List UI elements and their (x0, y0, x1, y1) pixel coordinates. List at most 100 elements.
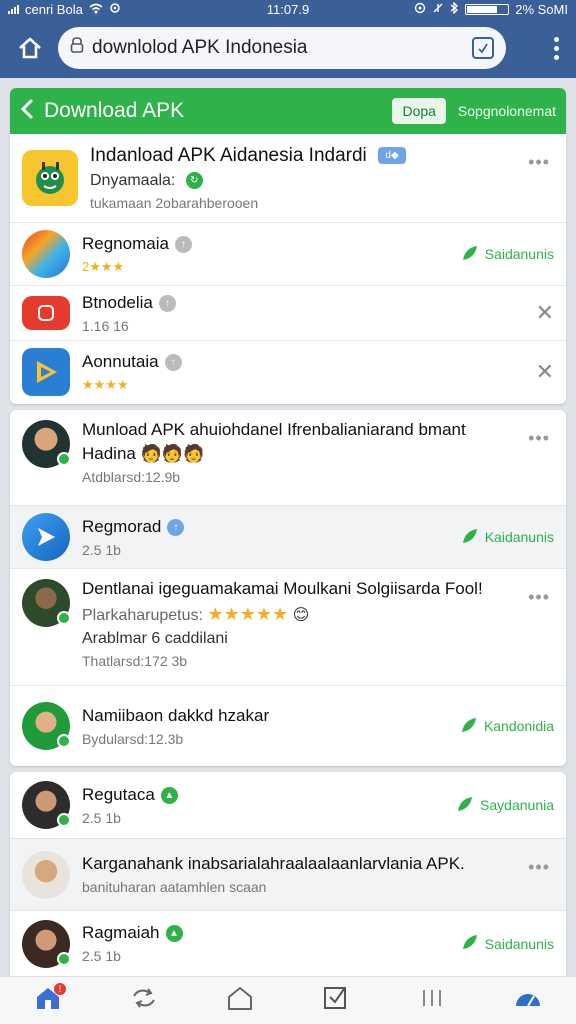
nav-menu[interactable] (408, 981, 456, 1021)
leaf-icon (460, 716, 478, 737)
avatar (22, 850, 70, 899)
post-meta: Thatlarsd:172 3b (82, 653, 188, 669)
download-button[interactable]: Saydanunia (456, 795, 554, 816)
header-button[interactable]: Dopa (392, 98, 446, 124)
app-row[interactable]: Regmorad ↑ 2.5 1b Kaidanunis (10, 505, 566, 568)
app-name: Regmorad (82, 516, 162, 536)
app-icon (22, 513, 70, 561)
featured-description: tukamaan 2obarahberooen (90, 195, 259, 211)
post-meta: Bydularsd:12.3b (82, 730, 184, 747)
avatar (22, 579, 71, 627)
app-size: 2.5 1b (82, 809, 121, 826)
app-name: Btnodelia (82, 292, 153, 312)
app-icon (22, 296, 70, 330)
more-options-icon[interactable]: ••• (528, 428, 550, 449)
app-size: 2.5 1b (82, 541, 121, 558)
notification-badge: ! (54, 982, 66, 995)
app-name: Regnomaia (82, 233, 169, 253)
house-outline-icon (226, 985, 254, 1016)
info-icon: ↑ (174, 235, 192, 253)
more-options-icon[interactable]: ••• (528, 587, 550, 608)
app-row[interactable]: Btnodelia ↑ 1.16 16 ✕ (10, 285, 566, 340)
tabs-icon[interactable] (472, 37, 494, 59)
post-title: Namiibaon dakkd hzakar (82, 705, 270, 725)
avatar (22, 420, 71, 468)
featured-title: Indanload APK Aidanesia Indardi d◆ (90, 145, 554, 167)
info-icon: ↑ (158, 294, 176, 312)
feed-item[interactable]: Dentlanai igeguamakamai Moulkani Solgiis… (10, 568, 566, 685)
smile-icon: 😊 (292, 607, 310, 624)
url-text[interactable]: downlolod APK Indonesia (92, 37, 472, 59)
post-extra: Hadina (82, 444, 136, 463)
leaf-icon (461, 244, 479, 265)
card-header: Download APK Dopa Sopgnolonemat (10, 88, 566, 134)
nav-dashboard[interactable] (504, 981, 552, 1021)
page-title: Download APK (44, 99, 185, 122)
post-meta: Atdblarsd:12.9b (82, 469, 181, 485)
overflow-menu-icon[interactable] (544, 36, 568, 60)
feed-item[interactable]: Munload APK ahuiohdanel Ifrenbalianiaran… (10, 410, 566, 505)
download-button[interactable]: Kaidanunis (461, 527, 554, 548)
avatar-group: 🧑🧑🧑 (140, 444, 205, 463)
refresh-icon: ↻ (185, 172, 203, 190)
featured-subtitle: Dnyamaala: ↻ (90, 172, 554, 190)
back-icon[interactable] (20, 99, 34, 124)
app-row[interactable]: Aonnutaia ↑ ★★★★ ✕ (10, 340, 566, 403)
post-extra-2: Arablmar 6 caddilani (82, 630, 228, 647)
info-icon: ↑ (167, 518, 185, 536)
gauge-icon (513, 986, 543, 1015)
check-box-icon (322, 985, 350, 1016)
feed-item[interactable]: Ragmaiah ▲ 2.5 1b Saidanunis (10, 910, 566, 976)
page-info-icon[interactable] (70, 37, 84, 59)
verified-icon: ▲ (160, 786, 178, 804)
download-button[interactable]: Saidanunis (461, 244, 554, 265)
post-title: Dentlanai igeguamakamai Moulkani Solgiis… (82, 579, 483, 598)
app-row[interactable]: Regnomaia ↑ 2★★★ Saidanunis (10, 222, 566, 285)
nav-tasks[interactable] (312, 981, 360, 1021)
leaf-icon (461, 933, 479, 954)
header-link[interactable]: Sopgnolonemat (458, 103, 556, 119)
download-button[interactable]: Kandonidia (460, 716, 554, 737)
feed-item[interactable]: Karganahank inabsarialahraalaalaanlarvla… (10, 838, 566, 910)
app-icon (22, 150, 78, 206)
verified-icon: d◆ (378, 147, 407, 165)
browser-toolbar: downlolod APK Indonesia (0, 18, 576, 78)
app-rating: ★★★★ (82, 376, 129, 392)
avatar (22, 702, 71, 750)
app-icon (22, 230, 70, 278)
app-rating: 2★★★ (82, 258, 125, 274)
sync-icon (130, 987, 158, 1014)
feed-item[interactable]: Namiibaon dakkd hzakar Bydularsd:12.3b K… (10, 685, 566, 766)
feed-card-2: Regutaca ▲ 2.5 1b Saydanunia Karganahank … (10, 772, 566, 976)
more-options-icon[interactable]: ••• (528, 857, 550, 878)
nav-home[interactable]: ! (24, 981, 72, 1021)
post-title: Munload APK ahuiohdanel Ifrenbalianiaran… (82, 420, 466, 439)
feed-card: Munload APK ahuiohdanel Ifrenbalianiaran… (10, 410, 566, 766)
verified-icon: ▲ (165, 925, 183, 943)
more-options-icon[interactable]: ••• (528, 152, 550, 173)
post-title: Karganahank inabsarialahraalaalaanlarvla… (82, 854, 465, 873)
app-name: Regutaca (82, 784, 155, 804)
nav-home-outline[interactable] (216, 981, 264, 1021)
close-icon[interactable]: ✕ (536, 300, 554, 326)
download-apk-card: Download APK Dopa Sopgnolonemat Indanloa… (10, 88, 566, 404)
feed-item[interactable]: Regutaca ▲ 2.5 1b Saydanunia (10, 772, 566, 838)
featured-app-row[interactable]: Indanload APK Aidanesia Indardi d◆ Dnyam… (10, 134, 566, 222)
app-name: Ragmaiah (82, 923, 160, 942)
battery-icon (465, 3, 510, 15)
post-extra: Plarkaharupetus: (82, 607, 203, 624)
app-size: 1.16 16 (82, 317, 129, 334)
bottom-navigation: ! (0, 976, 576, 1024)
nav-sync[interactable] (120, 981, 168, 1021)
home-icon[interactable] (8, 26, 52, 70)
address-bar[interactable]: downlolod APK Indonesia (58, 27, 506, 69)
leaf-icon (456, 795, 474, 816)
star-rating: ★★★★★ (207, 604, 289, 624)
app-size: 2.5 1b (82, 948, 121, 964)
close-icon[interactable]: ✕ (536, 359, 554, 385)
app-icon (22, 348, 70, 396)
avatar (22, 919, 71, 968)
status-bar: cenri Bola 11:07.9 2% SoMI (0, 0, 576, 18)
download-button[interactable]: Saidanunis (461, 933, 554, 954)
leaf-icon (461, 527, 479, 548)
